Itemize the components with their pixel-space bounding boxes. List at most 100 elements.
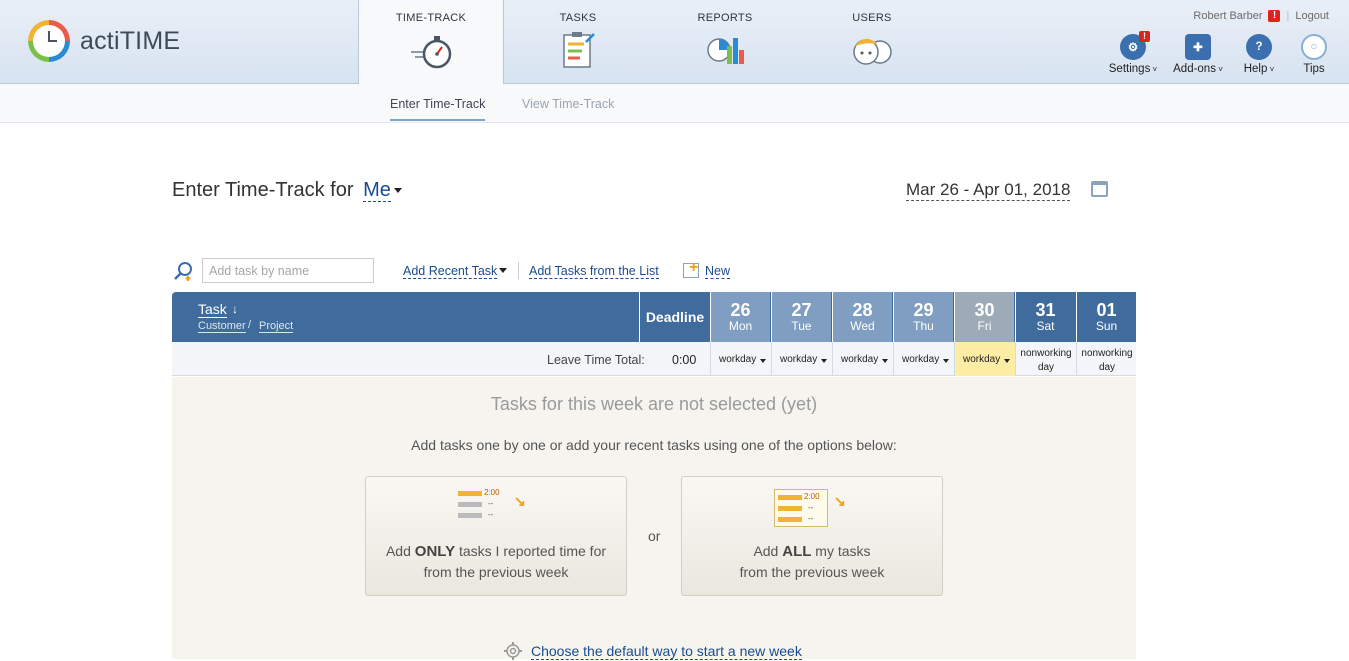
day-header-mon: 26 Mon bbox=[710, 292, 770, 342]
day-name: Sat bbox=[1036, 319, 1055, 333]
tab-time-track[interactable]: TIME-TRACK bbox=[358, 0, 504, 85]
subnav-view-time-track[interactable]: View Time-Track bbox=[522, 97, 614, 111]
app-logo[interactable]: actiTIME bbox=[28, 20, 180, 62]
stopwatch-icon bbox=[411, 36, 452, 69]
card-text: Add ALL my tasks from the previous week bbox=[682, 541, 942, 582]
project-sort-header[interactable]: Project bbox=[259, 320, 294, 333]
day-status-select[interactable]: workday bbox=[893, 342, 954, 376]
users-icon bbox=[853, 38, 892, 65]
user-name[interactable]: Robert Barber bbox=[1193, 10, 1262, 22]
deadline-column-header: Deadline bbox=[639, 292, 710, 342]
add-tasks-from-list-button[interactable]: Add Tasks from the List bbox=[529, 264, 659, 279]
day-status-select[interactable]: workday bbox=[710, 342, 771, 376]
day-number: 26 bbox=[730, 300, 751, 320]
or-separator: or bbox=[648, 528, 661, 544]
help-icon: ? bbox=[1246, 34, 1272, 60]
mini-dash: -- bbox=[488, 510, 494, 519]
task-column-header[interactable]: Task bbox=[198, 301, 227, 318]
task-list-icon: 2:00 -- -- ↘ bbox=[774, 489, 846, 529]
deadline-label: Deadline bbox=[645, 309, 705, 325]
option-text-bold: ALL bbox=[782, 543, 812, 560]
add-only-reported-tasks-button[interactable]: 2:00 -- -- ↘ Add ONLY tasks I reported t… bbox=[365, 476, 627, 596]
puzzle-icon: ✚ bbox=[1185, 34, 1211, 60]
tab-label: TIME-TRACK bbox=[395, 12, 467, 24]
day-name: Sun bbox=[1095, 319, 1118, 333]
chevron-down-icon: ˅ bbox=[1150, 65, 1158, 74]
option-text-pre: Add bbox=[753, 543, 783, 559]
leave-time-total: 0:00 bbox=[672, 353, 697, 367]
new-task-button[interactable]: New bbox=[705, 264, 731, 279]
day-status-select[interactable]: workday bbox=[832, 342, 893, 376]
day-status-select[interactable]: nonworking day bbox=[1076, 342, 1137, 376]
mini-time: 2:00 bbox=[484, 488, 500, 497]
mini-dash: -- bbox=[808, 514, 814, 523]
customer-sort-header[interactable]: Customer bbox=[198, 320, 246, 333]
mini-time: 2:00 bbox=[804, 492, 820, 501]
user-select[interactable]: Me bbox=[363, 179, 391, 202]
app-name: actiTIME bbox=[80, 26, 181, 55]
option-text-line2: from the previous week bbox=[423, 564, 569, 580]
divider bbox=[518, 262, 519, 279]
subnav-enter-time-track[interactable]: Enter Time-Track bbox=[390, 97, 486, 121]
new-task-icon[interactable] bbox=[683, 259, 699, 278]
logout-link[interactable]: Logout bbox=[1295, 10, 1329, 22]
choose-default-way-link[interactable]: Choose the default way to start a new we… bbox=[531, 643, 802, 660]
sort-arrow-icon[interactable]: ↓ bbox=[232, 302, 238, 316]
day-number: 27 bbox=[791, 300, 812, 320]
sub-navigation: Enter Time-Track View Time-Track bbox=[0, 84, 1349, 123]
search-add-icon bbox=[174, 262, 192, 281]
help-button[interactable]: ? Help ˅ bbox=[1229, 34, 1289, 75]
add-recent-task-label: Add Recent Task bbox=[403, 264, 498, 278]
day-number: 29 bbox=[913, 300, 934, 320]
gear-icon bbox=[504, 642, 522, 660]
chevron-down-icon[interactable] bbox=[499, 268, 507, 273]
day-status-select[interactable]: nonworking day bbox=[1015, 342, 1076, 376]
page-title: Enter Time-Track for Me bbox=[172, 179, 402, 202]
add-task-search-input[interactable] bbox=[202, 258, 374, 283]
tab-label: USERS bbox=[852, 12, 892, 24]
chart-icon bbox=[707, 38, 744, 64]
day-name: Thu bbox=[913, 319, 934, 333]
empty-state-panel: Tasks for this week are not selected (ye… bbox=[172, 377, 1136, 661]
option-text-pre: Add bbox=[385, 543, 415, 559]
day-number: 01 bbox=[1096, 300, 1117, 320]
day-name: Tue bbox=[791, 319, 812, 333]
add-all-tasks-button[interactable]: 2:00 -- -- ↘ Add ALL my tasks from the p… bbox=[681, 476, 943, 596]
header-separator: / bbox=[248, 319, 252, 331]
day-status-select[interactable]: workday bbox=[771, 342, 832, 376]
help-label: Help bbox=[1243, 63, 1268, 75]
tab-reports[interactable]: REPORTS bbox=[652, 0, 798, 84]
chevron-down-icon: ˅ bbox=[1215, 65, 1223, 74]
day-header-wed: 28 Wed bbox=[832, 292, 892, 342]
date-range-picker[interactable]: Mar 26 - Apr 01, 2018 bbox=[906, 180, 1071, 201]
arrow-icon: ↘ bbox=[834, 493, 846, 509]
task-list-icon: 2:00 -- -- ↘ bbox=[458, 488, 526, 529]
option-text-bold: ONLY bbox=[414, 543, 456, 560]
day-number: 30 bbox=[974, 300, 995, 320]
addons-label: Add-ons bbox=[1173, 63, 1216, 75]
clipboard-icon bbox=[563, 32, 595, 68]
add-recent-task-button[interactable]: Add Recent Task bbox=[403, 264, 498, 279]
default-week-setting: Choose the default way to start a new we… bbox=[503, 641, 802, 661]
settings-button[interactable]: ⚙! Settings ˅ bbox=[1103, 31, 1163, 75]
day-name: Mon bbox=[728, 319, 753, 333]
settings-label: Settings bbox=[1108, 63, 1151, 75]
tab-users[interactable]: USERS bbox=[799, 0, 945, 84]
tab-tasks[interactable]: TASKS bbox=[505, 0, 651, 84]
chevron-down-icon[interactable] bbox=[393, 188, 402, 194]
gear-icon: ⚙! bbox=[1120, 31, 1150, 60]
day-name: Fri bbox=[977, 319, 992, 333]
mini-dash: -- bbox=[488, 499, 494, 508]
day-header-thu: 29 Thu bbox=[893, 292, 953, 342]
tips-button[interactable]: ○ Tips bbox=[1284, 34, 1344, 75]
day-number: 31 bbox=[1035, 300, 1056, 320]
clock-logo-icon bbox=[28, 20, 70, 62]
day-header-sun: 01 Sun bbox=[1076, 292, 1136, 342]
mini-dash: -- bbox=[808, 503, 814, 512]
calendar-icon[interactable] bbox=[1091, 181, 1108, 197]
addons-button[interactable]: ✚ Add-ons ˅ bbox=[1168, 34, 1228, 75]
timetrack-table-header: Task ↓ Customer / Project Deadline 26 Mo… bbox=[172, 292, 1136, 342]
leave-time-row: Leave Time Total: 0:00 workday workday w… bbox=[172, 342, 1136, 376]
alert-icon[interactable]: ! bbox=[1268, 10, 1281, 22]
day-status-select[interactable]: workday bbox=[954, 342, 1015, 376]
